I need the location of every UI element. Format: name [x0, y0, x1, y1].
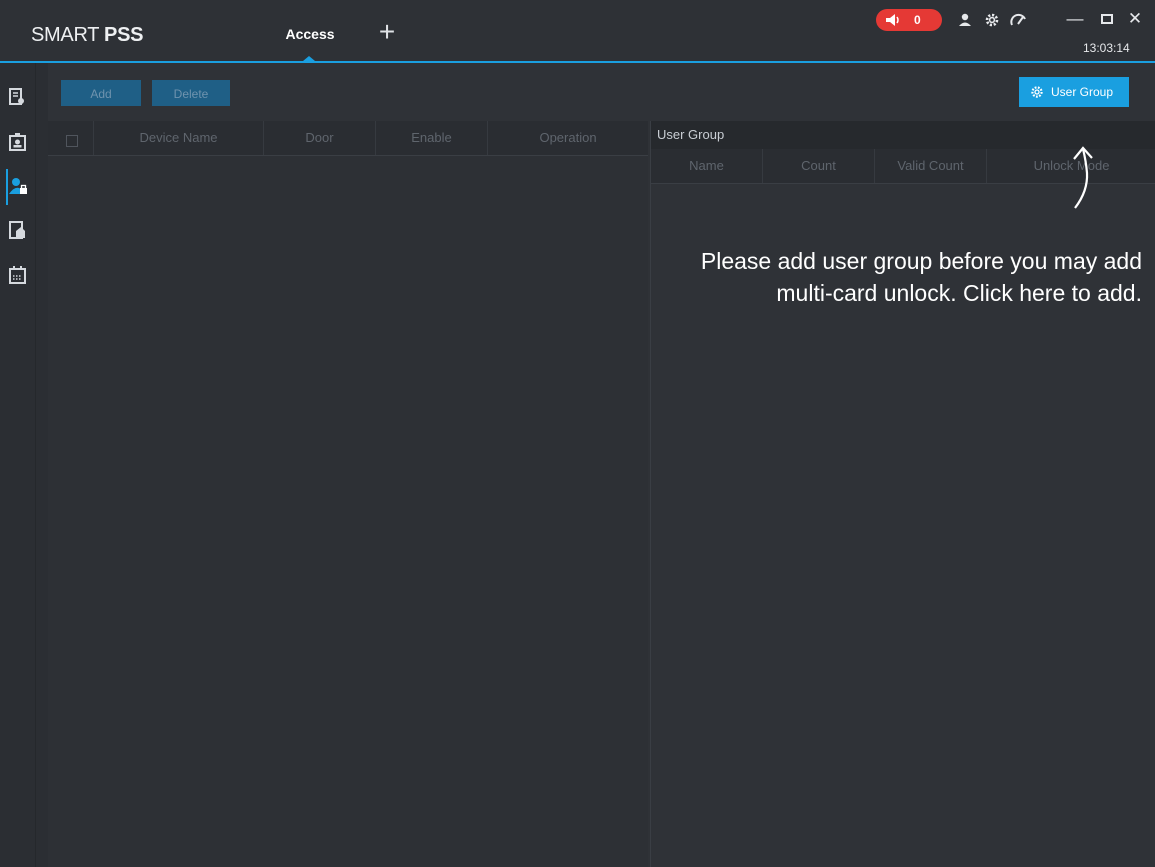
hint-arrow-icon [1073, 146, 1093, 209]
left-nav-rail [0, 63, 36, 867]
user-group-button-label: User Group [1051, 85, 1114, 99]
hint-line-1: Please add user group before you may add [700, 248, 1142, 274]
rail-item-person[interactable] [0, 124, 35, 160]
user-lock-icon [9, 178, 27, 194]
maximize-button[interactable] [1097, 9, 1117, 29]
column-name[interactable]: Name [651, 149, 763, 183]
rail-item-schedule[interactable] [0, 257, 35, 293]
brand-light: SMART [31, 24, 99, 46]
column-valid-count[interactable]: Valid Count [875, 149, 987, 183]
hint-line-2: multi-card unlock. Click here to add. [776, 280, 1142, 306]
select-all-checkbox[interactable] [66, 135, 78, 147]
brand-bold: PSS [104, 24, 144, 46]
select-all-cell [48, 121, 94, 155]
rail-item-device-config[interactable] [0, 79, 35, 115]
column-enable[interactable]: Enable [376, 121, 488, 155]
column-device-name[interactable]: Device Name [94, 121, 264, 155]
tab-access[interactable]: Access [265, 0, 355, 61]
delete-button[interactable]: Delete [152, 80, 230, 106]
minimize-button[interactable]: — [1065, 9, 1085, 29]
alarm-badge[interactable]: 0 [876, 9, 942, 31]
person-card-icon [9, 133, 26, 151]
add-tab-button[interactable]: + [375, 18, 399, 46]
user-group-title-text: User Group [657, 127, 725, 142]
column-operation[interactable]: Operation [488, 121, 648, 155]
alarm-count: 0 [914, 13, 921, 27]
title-bar: SMART PSS Access + 0 — ✕ 13:03:14 [0, 0, 1155, 63]
active-tab-indicator [303, 56, 315, 61]
calendar-icon [9, 266, 26, 284]
gear-icon[interactable] [983, 11, 1001, 29]
user-group-button[interactable]: User Group [1019, 77, 1129, 107]
gear-icon [1031, 86, 1043, 98]
close-button[interactable]: ✕ [1125, 9, 1145, 29]
rail-item-door-config[interactable] [0, 212, 35, 248]
maximize-icon [1101, 14, 1113, 24]
user-group-panel: User Group Name Count Valid Count Unlock… [650, 121, 1155, 867]
device-door-table: Device Name Door Enable Operation [48, 121, 648, 867]
add-button[interactable]: Add [61, 80, 141, 106]
tab-access-label: Access [285, 26, 335, 42]
app-logo: SMART PSS [31, 24, 143, 47]
clock: 13:03:14 [1083, 41, 1130, 55]
add-user-group-hint: Please add user group before you may add… [560, 245, 1142, 309]
device-config-icon [9, 88, 24, 105]
speaker-icon [886, 14, 899, 26]
performance-icon[interactable] [1010, 11, 1028, 29]
access-content: Add Delete User Group Device Name Door E… [48, 63, 1155, 867]
device-table-header: Device Name Door Enable Operation [48, 121, 648, 156]
column-door[interactable]: Door [264, 121, 376, 155]
column-count[interactable]: Count [763, 149, 875, 183]
rail-item-access-user[interactable] [0, 167, 35, 205]
user-icon[interactable] [956, 11, 974, 29]
door-config-icon [9, 221, 25, 239]
